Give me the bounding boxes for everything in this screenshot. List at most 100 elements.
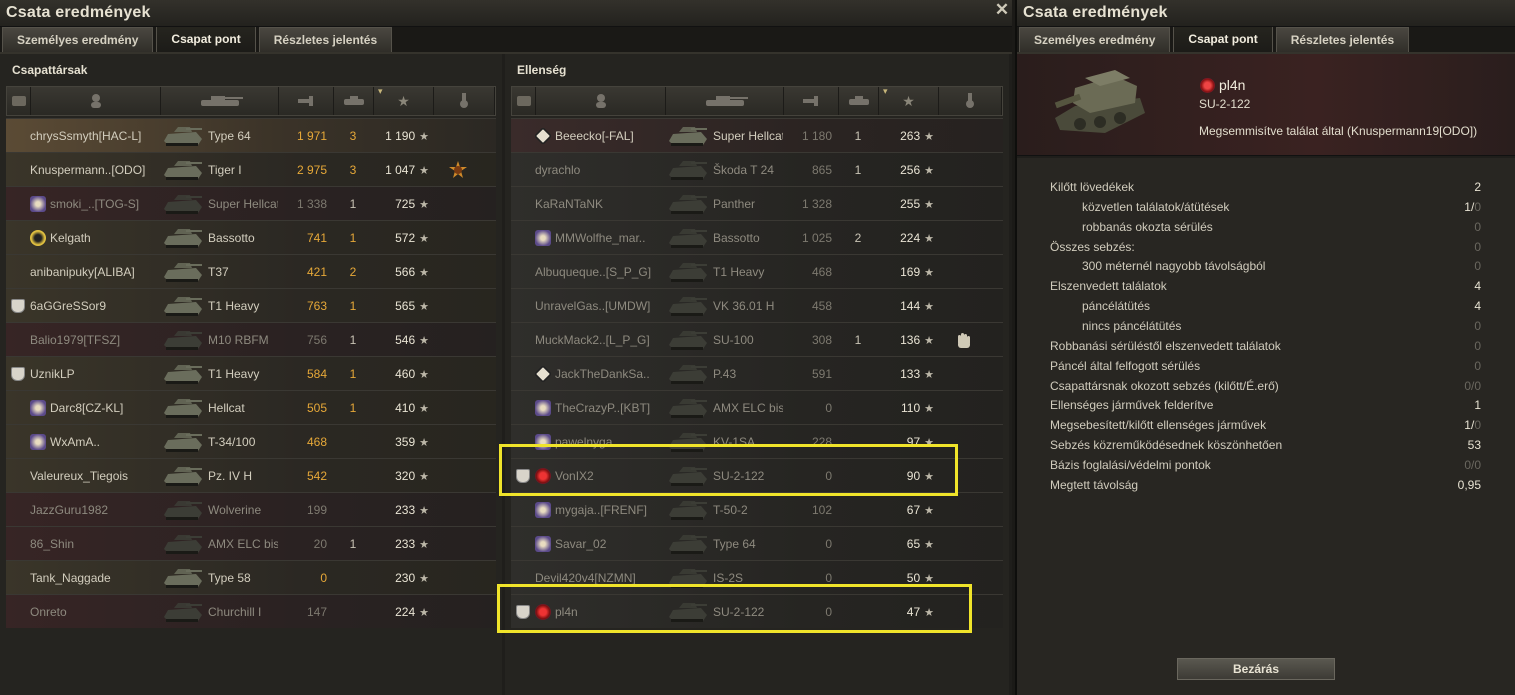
medal-column-icon[interactable] <box>939 87 1002 115</box>
player-row[interactable]: UznikLP T1 Heavy 584 1 460 ★ <box>6 356 496 390</box>
kills-column-icon[interactable] <box>334 87 374 115</box>
player-name-cell: Savar_02 <box>535 535 665 552</box>
player-row[interactable]: UnravelGas..[UMDW] VK 36.01 H 458 144 ★ <box>511 288 1003 322</box>
damage-value: 20 <box>313 536 327 551</box>
player-row[interactable]: Knuspermann..[ODO] Tiger I 2 975 3 1 047 ★ <box>6 152 496 186</box>
player-row[interactable]: MuckMack2..[L_P_G] SU-100 308 1 136 ★ <box>511 322 1003 356</box>
tank-icon <box>665 599 709 625</box>
player-row[interactable]: VonIX2 SU-2-122 0 90 ★ <box>511 458 1003 492</box>
player-row[interactable]: dyrachlo Škoda T 24 865 1 256 ★ <box>511 152 1003 186</box>
player-row[interactable]: pl4n SU-2-122 0 47 ★ <box>511 594 1003 628</box>
player-row[interactable]: Tank_Naggade Type 58 0 230 ★ <box>6 560 496 594</box>
vehicle-cell: P.43 <box>665 361 783 387</box>
tab-personal-result[interactable]: Személyes eredmény <box>2 27 154 52</box>
vehicle-cell: Bassotto <box>665 225 783 251</box>
player-row[interactable]: WxAmA.. T-34/100 468 359 ★ <box>6 424 496 458</box>
vehicle-name: T1 Heavy <box>208 366 260 381</box>
tank-icon <box>160 327 204 353</box>
player-row[interactable]: anibanipuky[ALIBA] T37 421 2 566 ★ <box>6 254 496 288</box>
vehicle-column-icon[interactable] <box>666 87 784 115</box>
vehicle-name: Super Hellcat <box>208 196 278 211</box>
player-row[interactable]: Darc8[CZ-KL] Hellcat 505 1 410 ★ <box>6 390 496 424</box>
vehicle-name: KV-1SA <box>713 434 756 449</box>
tab-personal-result[interactable]: Személyes eredmény <box>1019 27 1171 52</box>
player-name: Onreto <box>30 604 67 619</box>
destruction-status: Megsemmisítve találat által (Knuspermann… <box>1199 124 1478 138</box>
tank-icon <box>160 429 204 455</box>
vehicle-cell: T37 <box>160 259 278 285</box>
damage-value: 1 180 <box>801 128 832 143</box>
stat-row: Bázis foglalási/védelmi pontok 0/0 <box>1050 458 1481 478</box>
player-row[interactable]: KaRaNTaNK Panther 1 328 255 ★ <box>511 186 1003 220</box>
player-row[interactable]: Savar_02 Type 64 0 65 ★ <box>511 526 1003 560</box>
damage-value: 0 <box>825 468 832 483</box>
xp-cell: 50 ★ <box>878 571 938 585</box>
vehicle-name: AMX ELC bis <box>208 536 278 551</box>
player-row[interactable]: Devil420v4[NZMN] IS-2S 0 50 ★ <box>511 560 1003 594</box>
player-row[interactable]: Albuqueque..[S_P_G] T1 Heavy 468 169 ★ <box>511 254 1003 288</box>
xp-value: 460 <box>395 366 416 381</box>
player-column-icon[interactable] <box>31 87 161 115</box>
player-row[interactable]: pawelnyga KV-1SA 228 97 ★ <box>511 424 1003 458</box>
stat-value-secondary: 0 <box>1474 199 1481 214</box>
player-row[interactable]: 86_Shin AMX ELC bis 20 1 233 ★ <box>6 526 496 560</box>
stat-value-main: 0/0 <box>1464 457 1481 472</box>
player-name: TheCrazyP..[KBT] <box>555 400 651 415</box>
player-row[interactable]: Kelgath Bassotto 741 1 572 ★ <box>6 220 496 254</box>
vehicle-cell: Panther <box>665 191 783 217</box>
xp-column-icon[interactable]: ★ ▾ <box>879 86 939 115</box>
player-row[interactable]: JazzGuru1982 Wolverine 199 233 ★ <box>6 492 496 526</box>
xp-cell: 263 ★ <box>878 129 938 143</box>
xp-cell: 1 190 ★ <box>373 129 433 143</box>
close-button[interactable]: Bezárás <box>1177 658 1335 680</box>
player-row[interactable]: Beeecko[-FAL] Super Hellcat 1 180 1 263 ★ <box>511 118 1003 152</box>
enemy-header: ★ ▾ <box>511 86 1003 116</box>
xp-column-icon[interactable]: ★ ▾ <box>374 86 434 115</box>
player-row[interactable]: Balio1979[TFSZ] M10 RBFM 756 1 546 ★ <box>6 322 496 356</box>
player-name: Balio1979[TFSZ] <box>30 332 121 347</box>
player-row[interactable]: mygaja..[FRENF] T-50-2 102 67 ★ <box>511 492 1003 526</box>
xp-value: 47 <box>906 604 921 619</box>
xp-value: 256 <box>900 162 921 177</box>
medal-column-icon[interactable] <box>434 87 495 115</box>
player-row[interactable]: TheCrazyP..[KBT] AMX ELC bis 0 110 ★ <box>511 390 1003 424</box>
squad-column-icon[interactable] <box>7 87 31 115</box>
vehicle-column-icon[interactable] <box>161 87 279 115</box>
player-row[interactable]: Valeureux_Tiegois Pz. IV H 542 320 ★ <box>6 458 496 492</box>
vehicle-cell: Churchill I <box>160 599 278 625</box>
close-icon[interactable]: ✕ <box>994 0 1010 20</box>
tab-detailed-report[interactable]: Részletes jelentés <box>1275 27 1410 52</box>
player-column-icon[interactable] <box>536 87 666 115</box>
xp-cell: 144 ★ <box>878 299 938 313</box>
kills-column-icon[interactable] <box>839 87 879 115</box>
player-row[interactable]: MMWolfhe_mar.. Bassotto 1 025 2 224 ★ <box>511 220 1003 254</box>
tank-icon <box>665 361 709 387</box>
tab-detailed-report[interactable]: Részletes jelentés <box>258 27 393 52</box>
stat-value-main: 0,95 <box>1457 477 1481 492</box>
xp-cell: 97 ★ <box>878 435 938 449</box>
player-name-cell: Darc8[CZ-KL] <box>30 399 160 416</box>
xp-cell: 136 ★ <box>878 333 938 347</box>
damage-column-icon[interactable] <box>784 87 839 115</box>
vehicle-cell: AMX ELC bis <box>160 531 278 557</box>
tank-icon <box>665 531 709 557</box>
damage-column-icon[interactable] <box>279 87 334 115</box>
player-summary: pl4n SU-2-122 Megsemmisítve találat álta… <box>1017 54 1515 156</box>
player-row[interactable]: chrysSsmyth[HAC-L] Type 64 1 971 3 1 190 ★ <box>6 118 496 152</box>
player-row[interactable]: Onreto Churchill I 147 224 ★ <box>6 594 496 628</box>
player-row[interactable]: JackTheDankSa.. P.43 591 133 ★ <box>511 356 1003 390</box>
tab-team-score[interactable]: Csapat pont <box>1173 25 1273 52</box>
player-row[interactable]: 6aGGreSSor9 T1 Heavy 763 1 565 ★ <box>6 288 496 322</box>
damage-value: 102 <box>811 502 832 517</box>
player-name-cell: Balio1979[TFSZ] <box>30 333 160 347</box>
player-name-cell: mygaja..[FRENF] <box>535 501 665 518</box>
player-row[interactable]: smoki_..[TOG-S] Super Hellcat 1 338 1 725 ★ <box>6 186 496 220</box>
vehicle-name: AMX ELC bis <box>713 400 783 415</box>
stat-label: robbanás okozta sérülés <box>1082 219 1213 234</box>
stat-value-main: 0/0 <box>1464 378 1481 393</box>
xp-cell: 460 ★ <box>373 367 433 381</box>
detailed-stats: Kilőtt lövedékek 2 közvetlen találatok/átü… <box>1017 158 1515 695</box>
squad-column-icon[interactable] <box>512 87 536 115</box>
tab-team-score[interactable]: Csapat pont <box>156 25 256 52</box>
kills-value: 1 <box>349 400 357 415</box>
